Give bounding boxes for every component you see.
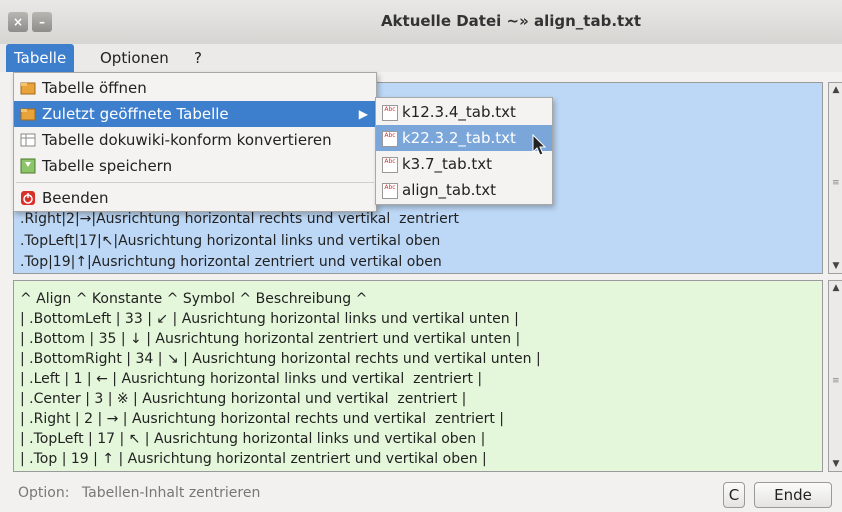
menu-optionen[interactable]: Optionen <box>92 44 177 72</box>
option-value: Tabellen-Inhalt zentrieren <box>81 485 261 501</box>
c-button[interactable]: C <box>723 482 745 508</box>
scrollbar-result[interactable]: ▲ ≡ ▼ <box>828 280 842 472</box>
text-file-icon: Abc <box>382 157 398 173</box>
recent-file-item[interactable]: Abc k12.3.4_tab.txt <box>376 99 552 125</box>
text-line: .Top|19|↑|Ausrichtung horizontal zentrie… <box>20 254 442 270</box>
menu-item-label: Tabelle dokuwiki-konform konvertieren <box>42 131 332 149</box>
menu-item-zuletzt-geoeffnete[interactable]: Zuletzt geöffnete Tabelle ▶ <box>14 101 376 127</box>
recent-file-label: k22.3.2_tab.txt <box>402 129 516 147</box>
text-line: | .Right | 2 | → | Ausrichtung horizonta… <box>20 411 504 427</box>
text-line: | .Left | 1 | ← | Ausrichtung horizontal… <box>20 371 483 387</box>
text-line: | .Top | 19 | ↑ | Ausrichtung horizontal… <box>20 451 487 467</box>
recent-file-label: align_tab.txt <box>402 181 497 199</box>
end-button[interactable]: Ende <box>754 482 832 508</box>
text-line: .TopLeft|17|↖|Ausrichtung horizontal lin… <box>20 233 441 249</box>
text-file-icon: Abc <box>382 105 398 121</box>
scrollbar-source[interactable]: ▲ ≡ ▼ <box>828 82 842 274</box>
recent-file-item[interactable]: Abc k3.7_tab.txt <box>376 151 552 177</box>
mouse-cursor-icon <box>532 134 547 156</box>
menu-item-label: Tabelle speichern <box>42 157 173 175</box>
scroll-down-icon[interactable]: ▼ <box>829 457 842 471</box>
result-text-area[interactable]: ^ Align ^ Konstante ^ Symbol ^ Beschreib… <box>13 280 823 472</box>
scroll-up-icon[interactable]: ▲ <box>829 83 842 97</box>
folder-icon <box>20 108 36 121</box>
menu-separator <box>16 182 374 183</box>
status-option: Option: Tabellen-Inhalt zentrieren <box>18 485 260 501</box>
recent-file-label: k3.7_tab.txt <box>402 155 493 173</box>
power-icon <box>21 191 35 205</box>
save-icon <box>20 158 36 174</box>
menu-item-label: Beenden <box>42 189 109 207</box>
text-line: | .BottomRight | 34 | ↘ | Ausrichtung ho… <box>20 351 541 367</box>
menu-item-speichern[interactable]: Tabelle speichern <box>14 153 376 179</box>
minimize-button[interactable]: – <box>32 12 52 32</box>
folder-icon <box>20 82 36 95</box>
table-icon <box>20 133 36 147</box>
text-line: | .BottomLeft | 33 | ↙ | Ausrichtung hor… <box>20 311 519 327</box>
recent-file-label: k12.3.4_tab.txt <box>402 103 516 121</box>
text-file-icon: Abc <box>382 183 398 199</box>
menu-help[interactable]: ? <box>186 44 210 72</box>
text-line: .Right|2|→|Ausrichtung horizontal rechts… <box>20 211 459 227</box>
grip-icon: ≡ <box>832 376 840 386</box>
text-file-icon: Abc <box>382 131 398 147</box>
option-label: Option: <box>18 485 70 501</box>
text-line: | .Bottom | 35 | ↓ | Ausrichtung horizon… <box>20 331 521 347</box>
recent-file-item[interactable]: Abc k22.3.2_tab.txt <box>376 125 552 151</box>
menu-tabelle[interactable]: Tabelle <box>6 44 75 72</box>
menu-item-beenden[interactable]: Beenden <box>14 185 376 211</box>
tabelle-dropdown: Tabelle öffnen Zuletzt geöffnete Tabelle… <box>13 72 377 212</box>
menu-item-konvertieren[interactable]: Tabelle dokuwiki-konform konvertieren <box>14 127 376 153</box>
text-line: | .Center | 3 | ※ | Ausrichtung horizont… <box>20 391 467 407</box>
window-title: Aktuelle Datei ~» align_tab.txt <box>380 12 642 30</box>
menu-item-label: Zuletzt geöffnete Tabelle <box>42 105 229 123</box>
menu-item-label: Tabelle öffnen <box>42 79 147 97</box>
recent-file-item[interactable]: Abc align_tab.txt <box>376 177 552 203</box>
close-button[interactable]: × <box>8 12 28 32</box>
scroll-up-icon[interactable]: ▲ <box>829 281 842 295</box>
submenu-arrow-icon: ▶ <box>358 107 368 121</box>
scroll-down-icon[interactable]: ▼ <box>829 259 842 273</box>
menu-item-tabelle-oeffnen[interactable]: Tabelle öffnen <box>14 75 376 101</box>
grip-icon: ≡ <box>832 178 840 188</box>
recent-files-submenu: Abc k12.3.4_tab.txt Abc k22.3.2_tab.txt … <box>375 97 553 205</box>
text-line: | .TopLeft | 17 | ↖ | Ausrichtung horizo… <box>20 431 486 447</box>
text-line: ^ Align ^ Konstante ^ Symbol ^ Beschreib… <box>20 291 368 307</box>
